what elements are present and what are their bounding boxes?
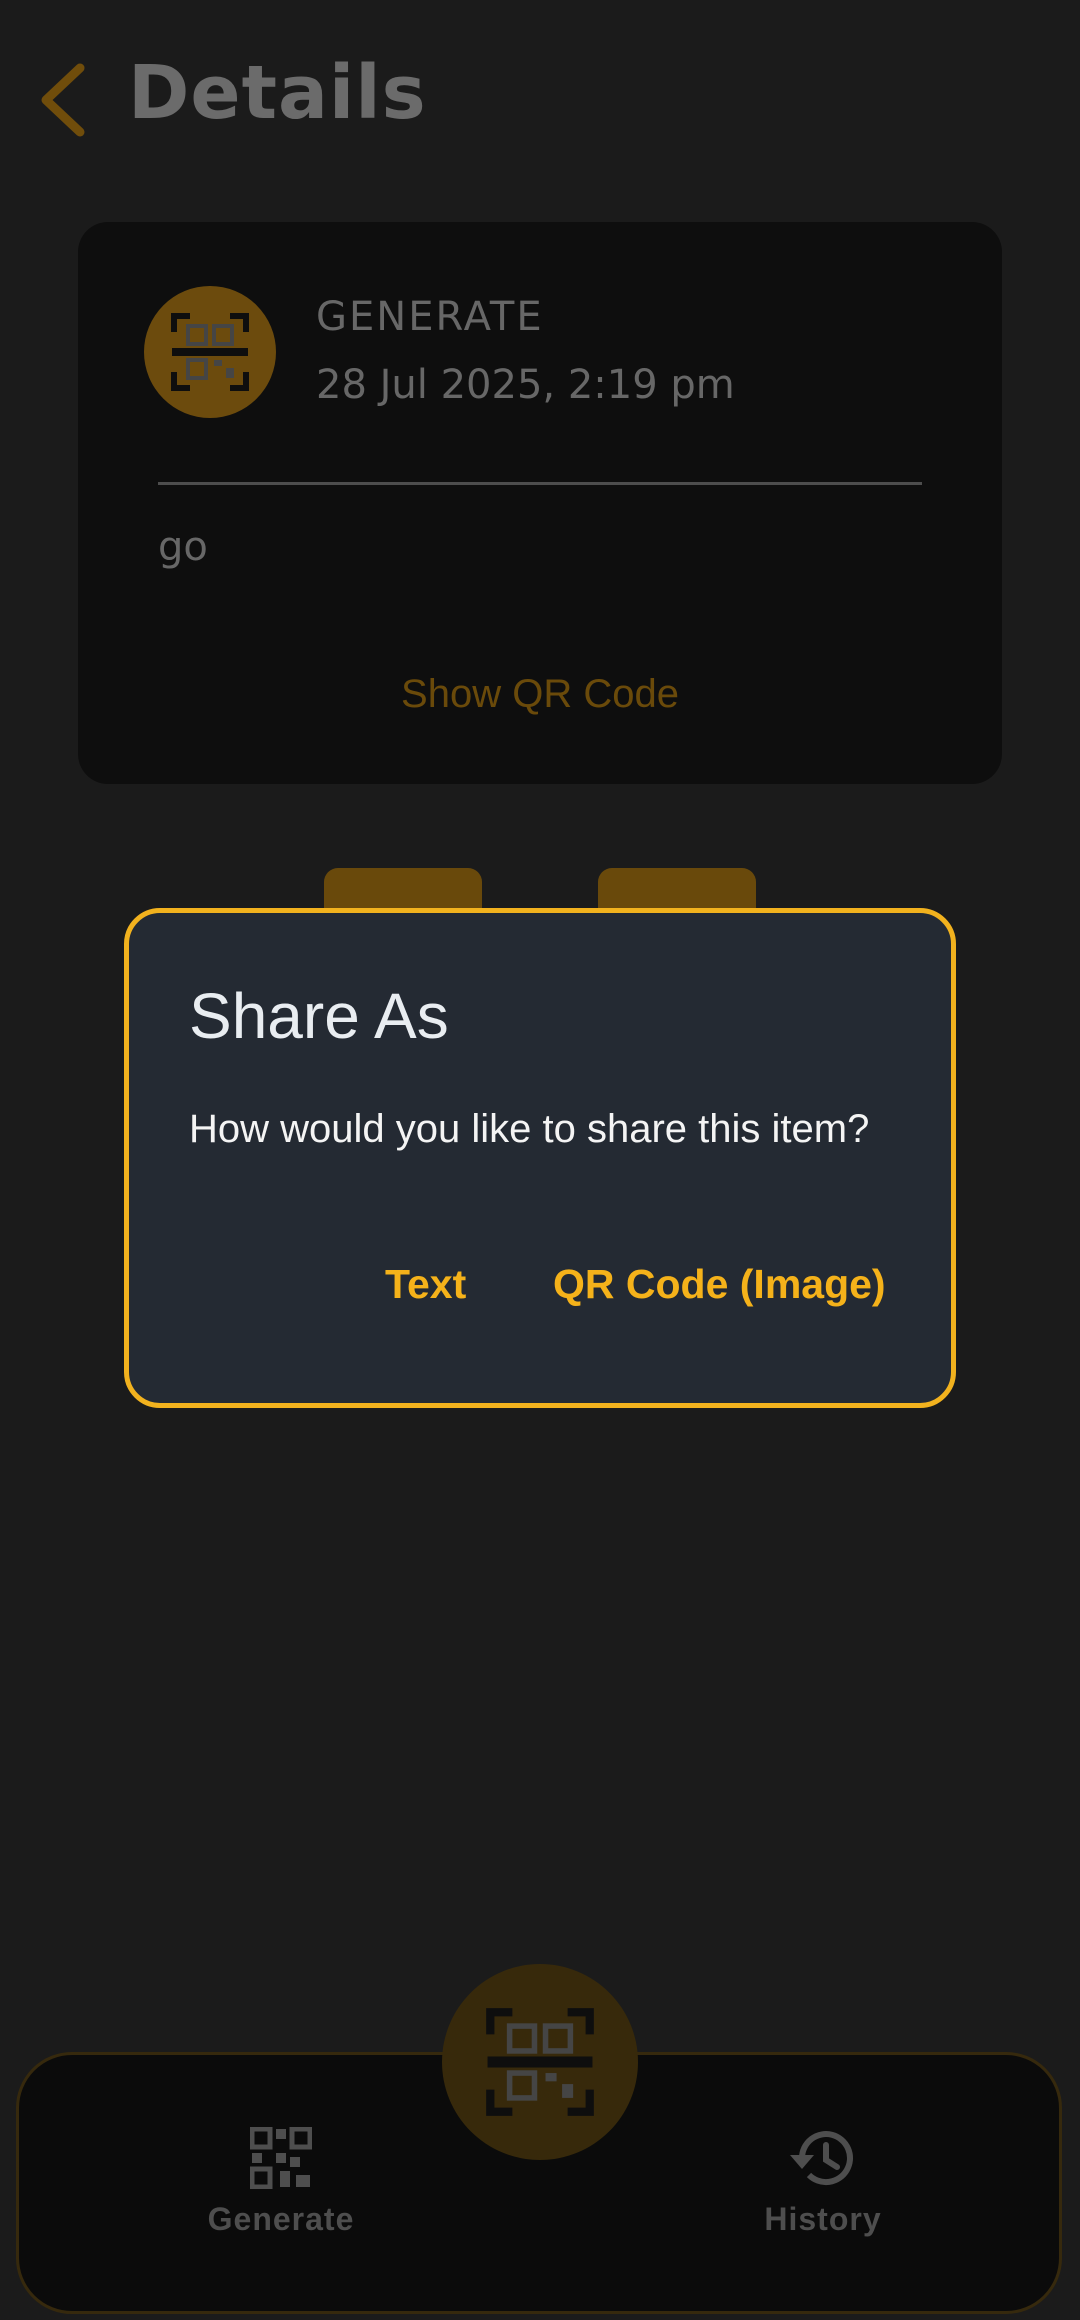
share-qr-image-button[interactable]: QR Code (Image): [553, 1261, 886, 1308]
dialog-message: How would you like to share this item?: [189, 1107, 870, 1151]
share-text-button[interactable]: Text: [385, 1261, 466, 1308]
share-dialog: Share As How would you like to share thi…: [124, 908, 956, 1408]
dialog-title: Share As: [189, 980, 449, 1052]
screen: Details GENERATE 28 Jul 2025, 2:19 pm go…: [0, 0, 1080, 2320]
